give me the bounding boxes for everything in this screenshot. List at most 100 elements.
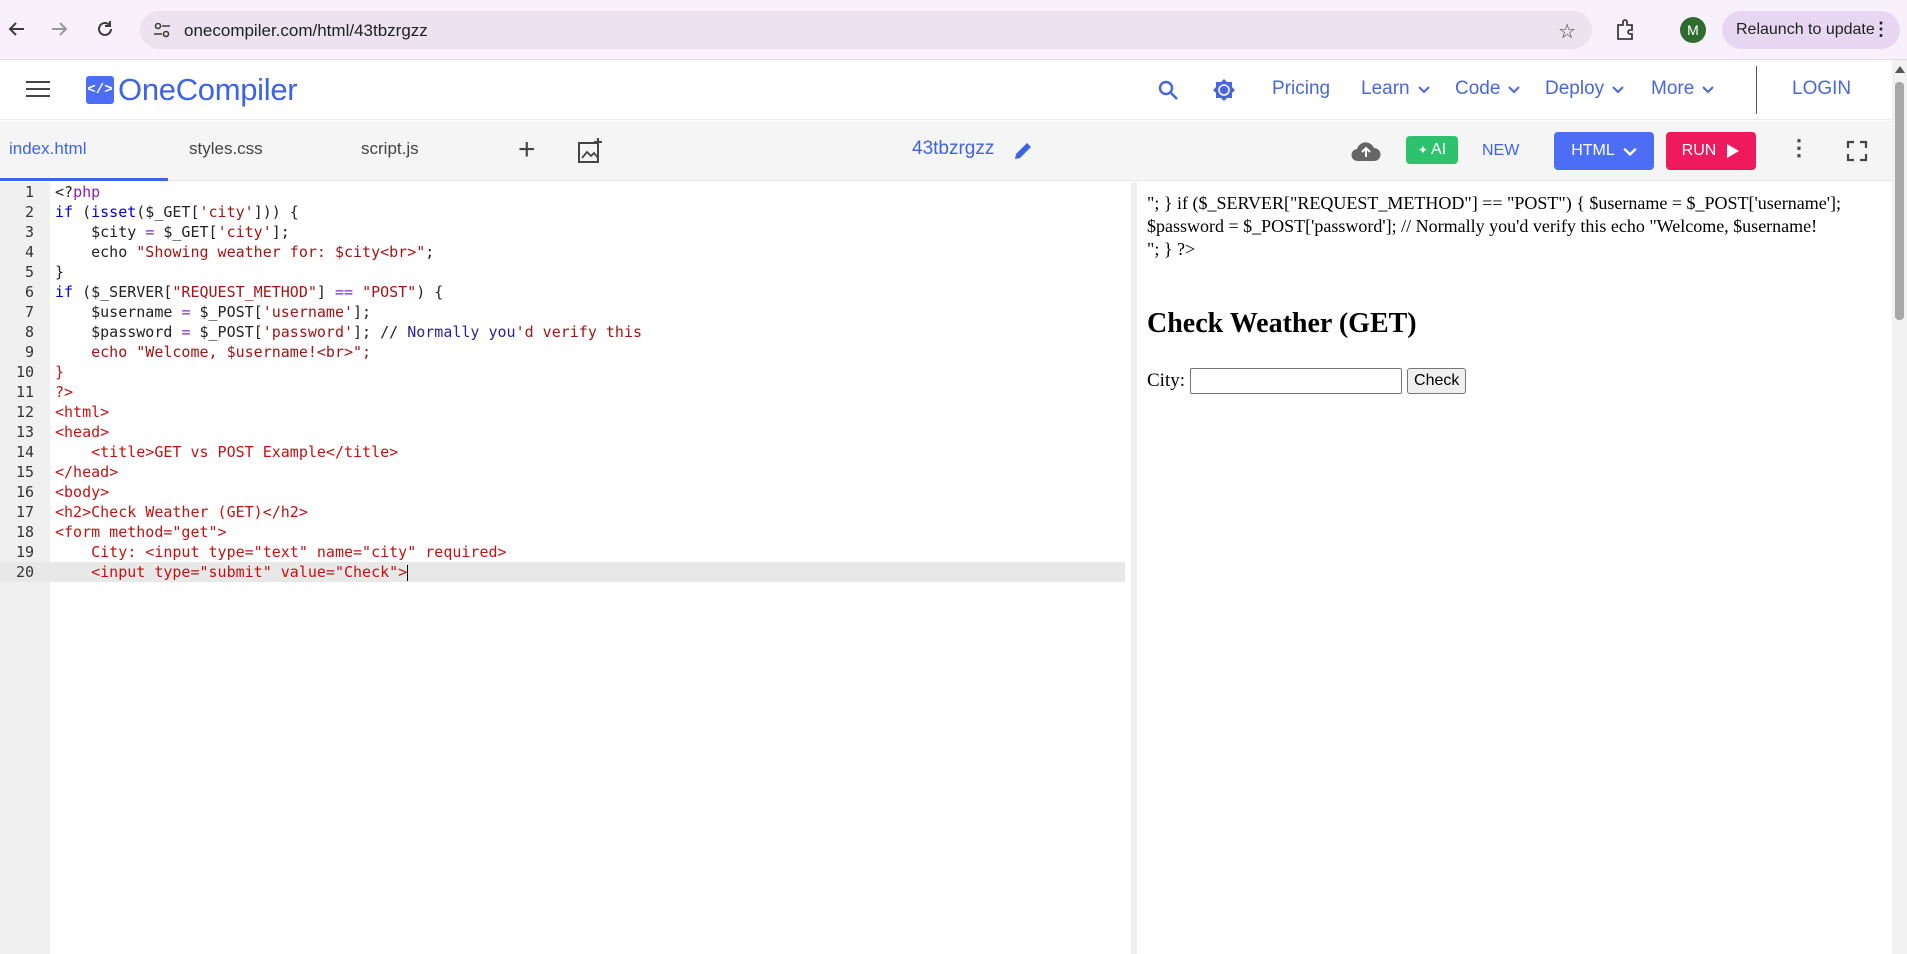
code-line[interactable]: 18 <form method="get"> [0,522,1125,542]
code-line[interactable]: 19 City: <input type="text" name="city" … [0,542,1125,562]
url-text[interactable]: onecompiler.com/html/43tbzrgzz [184,21,428,41]
code-token: ])) { [253,203,299,221]
code-token: php [73,183,101,201]
code-line[interactable]: 6 if ($_SERVER["REQUEST_METHOD"] == "POST… [0,282,1125,302]
code-text: <body> [55,482,109,502]
code-line[interactable]: 5} [0,262,1125,282]
code-token: </head> [55,463,119,481]
line-number: 8 [24,323,34,341]
code-token: <html> [55,403,110,421]
more-options-icon[interactable]: ⋮ [1788,135,1810,161]
code-token: ]; [353,303,372,321]
code-line[interactable]: 1 <?php [0,182,1125,202]
code-token: "Showing weather for: $city<br>" [136,243,426,261]
tab-index-html[interactable]: index.html [9,139,86,159]
scroll-thumb[interactable] [1895,82,1904,320]
site-settings-icon[interactable] [152,20,172,40]
code-token: <h2>Check Weather (GET)</h2> [55,503,308,521]
code-token: 'password' [262,323,354,341]
nav-code[interactable]: Code [1455,78,1521,100]
language-select[interactable]: HTML [1554,132,1654,170]
line-number: 13 [15,423,34,441]
add-file-icon[interactable]: + [518,133,536,167]
output-form: City: Check [1147,368,1467,394]
extensions-icon[interactable] [1612,16,1640,44]
logo[interactable]: </> OneCompiler [86,72,298,108]
code-line[interactable]: 17 <h2>Check Weather (GET)</h2> [0,502,1125,522]
star-icon[interactable]: ☆ [1558,19,1576,44]
code-line[interactable]: 3 $city = $_GET['city']; [0,222,1125,242]
reload-icon[interactable] [90,14,120,44]
sparkle-icon: ✦ [1417,143,1428,157]
line-number: 10 [15,363,34,381]
add-image-icon[interactable] [576,137,604,165]
chevron-down-icon [1702,86,1715,94]
code-line[interactable]: 4 echo "Showing weather for: $city<br>"; [0,242,1125,262]
code-line[interactable]: 15 </head> [0,462,1125,482]
code-line[interactable]: 14 <title>GET vs POST Example</title> [0,442,1125,462]
edit-icon[interactable] [1012,140,1034,162]
line-number: 20 [15,563,34,581]
code-token: <head> [55,423,110,441]
login-link[interactable]: LOGIN [1792,78,1851,100]
line-number: 17 [15,503,34,521]
more-icon[interactable]: ⋮ [1872,19,1890,40]
code-text: if ($_SERVER["REQUEST_METHOD"] == "POST"… [55,282,443,302]
nav-deploy[interactable]: Deploy [1545,78,1624,100]
run-label: RUN [1681,142,1717,159]
logo-icon: </> [86,76,114,104]
run-button[interactable]: RUN [1666,132,1756,170]
line-number: 12 [15,403,34,421]
nav-learn[interactable]: Learn [1361,78,1430,100]
code-token: 'd verify this [515,323,643,341]
city-input[interactable] [1190,368,1403,394]
cloud-upload-icon[interactable] [1350,137,1382,165]
code-line[interactable]: 10} [0,362,1125,382]
back-arrow-icon[interactable] [2,14,32,44]
tab-styles-css[interactable]: styles.css [189,139,263,159]
code-token: == [334,283,354,301]
ai-button[interactable]: ✦ AI [1406,136,1458,164]
code-line[interactable]: 11 ?> [0,382,1125,402]
search-icon[interactable] [1156,78,1180,102]
nav-more[interactable]: More [1651,78,1715,100]
output-heading: Check Weather (GET) [1147,308,1417,339]
output-text-line: "; } ?> [1147,239,1196,259]
tab-script-js[interactable]: script.js [361,139,419,159]
line-number: 16 [15,483,34,501]
code-token: ] [316,283,335,301]
code-line[interactable]: 7 $username = $_POST['username']; [0,302,1125,322]
text-cursor [407,564,409,581]
profile-avatar[interactable]: M [1680,17,1706,43]
code-text: <form method="get"> [55,522,227,542]
relaunch-button[interactable]: Relaunch to update ⋮ [1722,11,1900,49]
menu-icon[interactable] [26,81,50,99]
theme-toggle-icon[interactable] [1212,78,1236,102]
page-scrollbar[interactable] [1892,60,1907,954]
code-token: $username [55,303,182,321]
nav-pricing[interactable]: Pricing [1272,78,1330,100]
code-line[interactable]: 16 <body> [0,482,1125,502]
code-editor[interactable]: 1 <?php 2 if (isset($_GET['city'])) {3 $cit… [0,182,1125,954]
code-token: ]; // [353,323,408,341]
chevron-down-icon [1508,86,1521,94]
code-line[interactable]: 13 <head> [0,422,1125,442]
code-token: echo [55,243,137,261]
output-text-line: "; } if ($_SERVER["REQUEST_METHOD"] == "… [1147,193,1841,236]
code-line[interactable]: 8 $password = $_POST['password']; // Nor… [0,322,1125,342]
new-button[interactable]: NEW [1482,142,1519,160]
logo-text: OneCompiler [118,72,298,107]
code-line[interactable]: 20 <input type="submit" value="Check"> [0,562,1125,582]
active-tab-indicator [0,178,168,181]
project-name[interactable]: 43tbzrgzz [912,138,994,160]
code-line[interactable]: 12 <html> [0,402,1125,422]
code-line[interactable]: 2 if (isset($_GET['city'])) { [0,202,1125,222]
fullscreen-icon[interactable] [1846,140,1868,162]
code-text: <title>GET vs POST Example</title> [55,442,398,462]
check-button[interactable]: Check [1407,368,1467,394]
forward-arrow-icon[interactable] [44,14,74,44]
editor-toolbar: index.html styles.css script.js + 43tbzr… [0,121,1892,181]
scroll-up-arrow[interactable] [1895,66,1905,73]
code-line[interactable]: 9 echo "Welcome, $username!<br>"; [0,342,1125,362]
address-bar[interactable]: onecompiler.com/html/43tbzrgzz ☆ [140,11,1592,49]
